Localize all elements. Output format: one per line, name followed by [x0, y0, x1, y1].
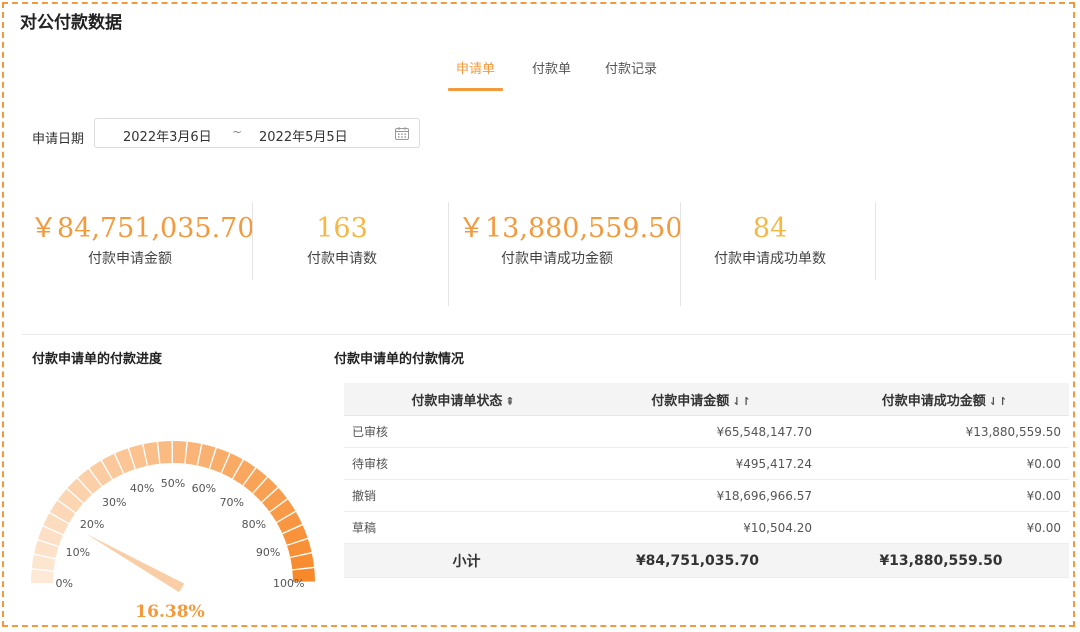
gauge-tick-label: 90%: [256, 546, 280, 559]
gauge-tick-label: 60%: [192, 482, 216, 495]
sort-icon[interactable]: ⇃↾: [989, 395, 1007, 408]
stat-value: ￥84,751,035.70: [30, 213, 255, 244]
sort-icon[interactable]: ⇃↾: [732, 395, 750, 408]
table-header-row: 付款申请单状态 ⇞ 付款申请金额 ⇃↾ 付款申请成功金额 ⇃↾: [344, 383, 1069, 416]
gauge-arc: [31, 441, 315, 583]
end-date[interactable]: 2022年5月5日: [259, 126, 348, 145]
date-range-picker[interactable]: 2022年3月6日 ~ 2022年5月5日: [94, 118, 420, 148]
table-cell: ¥0.00: [820, 511, 1069, 544]
stat-application-amount: ￥84,751,035.70 付款申请金额: [30, 212, 255, 268]
table-cell: ¥10,504.20: [582, 511, 820, 544]
table-row: 撤销 ¥18,696,966.57 ¥0.00: [344, 479, 1069, 512]
total-success-amount: ¥13,880,559.50: [820, 543, 1069, 578]
table-cell: ¥0.00: [820, 479, 1069, 512]
date-filter-label: 申请日期: [32, 132, 85, 147]
stat-success-count: 84 付款申请成功单数: [700, 212, 840, 268]
total-label: 小计: [344, 543, 582, 578]
stat-label: 付款申请金额: [88, 251, 172, 267]
gauge-title: 付款申请单的付款进度: [32, 352, 163, 367]
gauge-tick-label: 20%: [80, 518, 104, 531]
stat-label: 付款申请成功金额: [501, 251, 613, 267]
start-date[interactable]: 2022年3月6日: [123, 126, 212, 145]
table-cell: ¥495,417.24: [582, 447, 820, 480]
date-separator: ~: [232, 125, 243, 139]
divider: [680, 202, 681, 306]
section-divider: [22, 334, 1072, 335]
column-header-label: 付款申请单状态: [411, 393, 503, 409]
gauge-arc-segment: [185, 441, 202, 466]
total-amount: ¥84,751,035.70: [582, 543, 820, 578]
table-total-row: 小计 ¥84,751,035.70 ¥13,880,559.50: [344, 543, 1069, 578]
column-header-label: 付款申请成功金额: [881, 393, 986, 409]
table-cell: 草稿: [344, 511, 582, 544]
tab-application[interactable]: 申请单: [447, 58, 504, 91]
progress-gauge: 0% 10% 20% 30% 40% 50% 60% 70% 80% 90% 100%: [31, 441, 315, 593]
divider: [875, 202, 876, 280]
gauge-tick-label: 40%: [130, 482, 154, 495]
calendar-icon[interactable]: [395, 127, 409, 140]
table-cell: ¥18,696,966.57: [582, 479, 820, 512]
gauge-tick-label: 70%: [220, 496, 244, 509]
divider: [252, 202, 253, 280]
table-cell: 已审核: [344, 415, 582, 448]
stat-success-amount: ￥13,880,559.50 付款申请成功金额: [458, 212, 683, 268]
table-row: 草稿 ¥10,504.20 ¥0.00: [344, 511, 1069, 544]
stat-value: ￥13,880,559.50: [458, 213, 683, 244]
table-row: 待审核 ¥495,417.24 ¥0.00: [344, 447, 1069, 480]
stat-value: 84: [752, 213, 788, 244]
tab-payment[interactable]: 付款单: [532, 58, 571, 91]
sort-icon[interactable]: ⇞: [505, 395, 514, 408]
table-cell: ¥13,880,559.50: [820, 415, 1069, 448]
divider: [448, 202, 449, 306]
stat-application-count: 163 付款申请数: [270, 212, 414, 268]
payment-status-table: 付款申请单状态 ⇞ 付款申请金额 ⇃↾ 付款申请成功金额 ⇃↾ 已审核 ¥65,548…: [344, 383, 1069, 578]
table-title: 付款申请单的付款情况: [334, 352, 465, 367]
table-cell: ¥0.00: [820, 447, 1069, 480]
gauge-needle: [86, 533, 185, 593]
tab-bar: 申请单 付款单 付款记录: [0, 58, 1080, 98]
gauge-tick-label: 100%: [273, 577, 304, 590]
table-cell: ¥65,548,147.70: [582, 415, 820, 448]
stat-label: 付款申请数: [307, 251, 377, 267]
stat-label: 付款申请成功单数: [714, 251, 826, 267]
gauge-value: 16.38%: [135, 602, 205, 622]
column-header-amount[interactable]: 付款申请金额 ⇃↾: [582, 383, 820, 416]
gauge-tick-label: 80%: [242, 518, 266, 531]
gauge-tick-label: 50%: [161, 477, 185, 490]
tab-payment-records[interactable]: 付款记录: [605, 58, 657, 91]
column-header-status[interactable]: 付款申请单状态 ⇞: [344, 383, 582, 416]
gauge-arc-segment: [173, 441, 187, 464]
page-title: 对公付款数据: [20, 13, 122, 33]
gauge-arc-segment: [31, 554, 56, 571]
column-header-success-amount[interactable]: 付款申请成功金额 ⇃↾: [820, 383, 1069, 416]
stat-value: 163: [316, 213, 368, 244]
gauge-arc-segment: [31, 569, 54, 583]
column-header-label: 付款申请金额: [651, 393, 730, 409]
table-cell: 待审核: [344, 447, 582, 480]
gauge-tick-label: 0%: [56, 577, 73, 590]
gauge-arc-segment: [158, 441, 172, 464]
gauge-tick-label: 10%: [66, 546, 90, 559]
table-cell: 撤销: [344, 479, 582, 512]
table-row: 已审核 ¥65,548,147.70 ¥13,880,559.50: [344, 415, 1069, 448]
gauge-tick-label: 30%: [102, 496, 126, 509]
